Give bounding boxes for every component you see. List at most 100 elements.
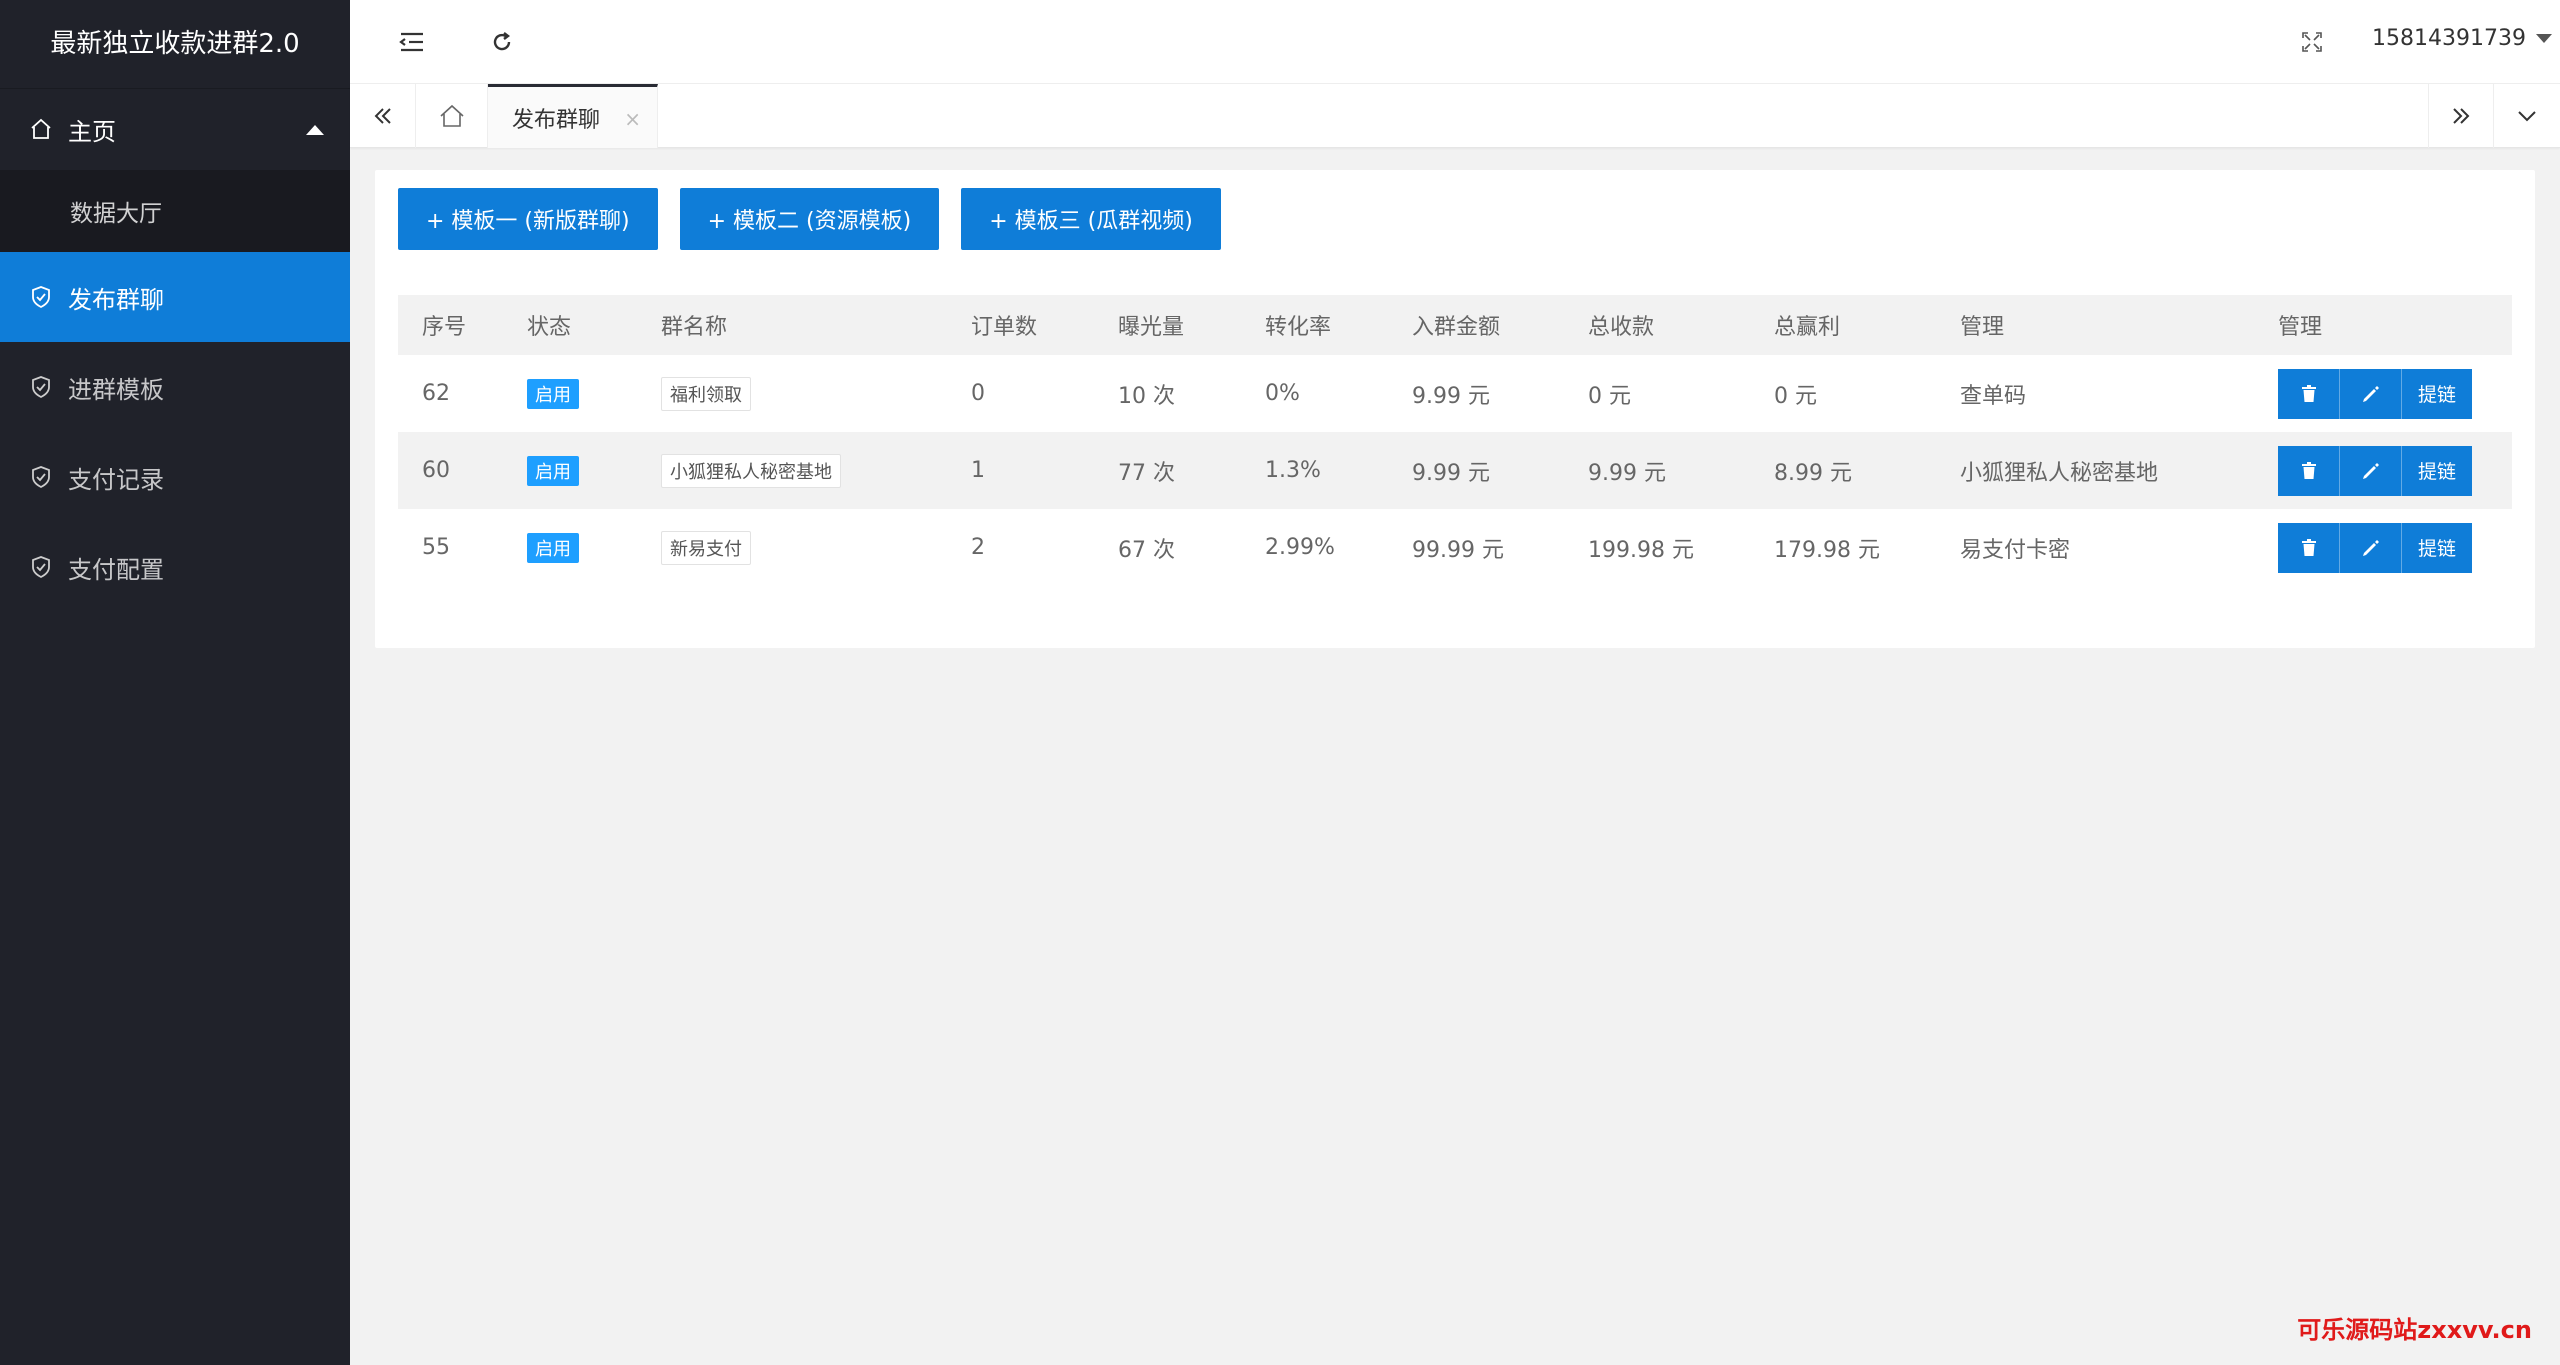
group-name-tag: 福利领取 [661,376,751,411]
cell-total: 0 元 [1588,383,1631,409]
watermark: 可乐源码站zxxvv.cn [2297,1316,2532,1344]
extract-link-button[interactable]: 提链 [2402,522,2472,573]
cell-actions: 提链 [2254,355,2512,432]
chevron-down-icon[interactable] [2494,84,2560,148]
refresh-icon[interactable] [482,22,522,62]
add-template-three-button[interactable]: + 模板三 (瓜群视频) [961,188,1221,250]
cell-name: 福利领取 [637,355,947,432]
cell-id: 55 [422,535,450,560]
trash-icon [2301,384,2316,402]
cell-orders: 1 [971,458,985,483]
cell-orders: 2 [971,535,985,560]
delete-button[interactable] [2278,445,2340,496]
cell-name: 小狐狸私人秘密基地 [637,432,947,509]
table-row: 60 启用 小狐狸私人秘密基地 1 77 次 1.3% 9.99 元 9.99 … [398,432,2512,509]
cell-views: 67 次 [1118,537,1175,563]
caret-up-icon [306,125,324,135]
cell-rate: 1.3% [1265,458,1321,483]
cell-profit: 0 元 [1774,383,1817,409]
sidebar-item-payment-records[interactable]: 支付记录 [0,432,350,522]
edit-button[interactable] [2340,445,2402,496]
group-table: 序号 状态 群名称 订单数 曝光量 转化率 入群金额 总收款 总赢利 管理 管理… [398,295,2512,586]
cell-manage: 小狐狸私人秘密基地 [1960,460,2159,486]
status-badge: 启用 [527,378,579,409]
row-actions: 提链 [2278,445,2472,496]
table-header-row: 序号 状态 群名称 订单数 曝光量 转化率 入群金额 总收款 总赢利 管理 管理 [398,295,2512,355]
template-buttons: + 模板一 (新版群聊) + 模板二 (资源模板) + 模板三 (瓜群视频) [398,188,1243,250]
pencil-icon [2362,385,2379,402]
cell-status: 启用 [503,432,637,509]
delete-button[interactable] [2278,522,2340,573]
delete-button[interactable] [2278,368,2340,419]
trash-icon [2301,461,2316,479]
app-brand: 最新独立收款进群2.0 [0,0,350,88]
extract-link-button[interactable]: 提链 [2402,368,2472,419]
column-header: 入群金额 [1412,315,1501,340]
scroll-left-icon[interactable] [350,84,416,148]
cell-profit: 179.98 元 [1774,537,1880,563]
cell-views: 10 次 [1118,383,1175,409]
status-badge: 启用 [527,455,579,486]
cell-total: 9.99 元 [1588,460,1666,486]
row-actions: 提链 [2278,368,2472,419]
column-header: 订单数 [971,315,1038,340]
sidebar-item-label: 支付配置 [68,555,164,584]
home-tab-icon[interactable] [416,84,488,148]
cell-price: 9.99 元 [1412,460,1490,486]
sidebar: 最新独立收款进群2.0 主页 数据大厅 发布群聊 进群模板 支付记录 支付配置 [0,0,350,1365]
cell-id: 62 [422,381,450,406]
column-header: 管理 [1960,315,2005,340]
column-header: 群名称 [661,315,728,340]
fullscreen-icon[interactable] [2292,22,2332,62]
pencil-icon [2362,539,2379,556]
sidebar-subitem-dashboard[interactable]: 数据大厅 [0,170,350,252]
column-header: 曝光量 [1118,315,1185,340]
cell-actions: 提链 [2254,509,2512,586]
cell-views: 77 次 [1118,460,1175,486]
tab-publish-group[interactable]: 发布群聊 × [488,84,658,148]
sidebar-item-payment-config[interactable]: 支付配置 [0,522,350,612]
edit-button[interactable] [2340,368,2402,419]
cell-name: 新易支付 [637,509,947,586]
shield-check-icon [28,554,54,580]
sidebar-item-group-template[interactable]: 进群模板 [0,342,350,432]
close-icon[interactable]: × [624,107,641,131]
add-template-two-button[interactable]: + 模板二 (资源模板) [679,188,940,250]
cell-price: 99.99 元 [1412,537,1504,563]
sidebar-item-label: 发布群聊 [68,285,164,314]
cell-price: 9.99 元 [1412,383,1490,409]
main-card: + 模板一 (新版群聊) + 模板二 (资源模板) + 模板三 (瓜群视频) 序… [375,170,2535,648]
menu-collapse-icon[interactable] [392,22,432,62]
group-name-tag: 新易支付 [661,530,751,565]
home-icon [28,116,54,142]
username: 15814391739 [2372,26,2526,51]
table-row: 55 启用 新易支付 2 67 次 2.99% 99.99 元 199.98 元… [398,509,2512,586]
scroll-right-icon[interactable] [2428,84,2494,148]
column-header: 转化率 [1265,315,1332,340]
cell-actions: 提链 [2254,432,2512,509]
shield-check-icon [28,284,54,310]
edit-button[interactable] [2340,522,2402,573]
cell-manage: 查单码 [1960,383,2027,409]
column-header: 总赢利 [1774,315,1841,340]
add-template-one-button[interactable]: + 模板一 (新版群聊) [398,188,658,250]
tab-label: 发布群聊 [512,107,601,133]
table-row: 62 启用 福利领取 0 10 次 0% 9.99 元 0 元 0 元 查单码 [398,355,2512,432]
cell-orders: 0 [971,381,985,406]
cell-profit: 8.99 元 [1774,460,1852,486]
top-header: 15814391739 [350,0,2560,84]
shield-check-icon [28,374,54,400]
cell-status: 启用 [503,509,637,586]
column-header: 序号 [422,315,467,340]
cell-rate: 2.99% [1265,535,1335,560]
sidebar-item-label: 进群模板 [68,375,164,404]
cell-total: 199.98 元 [1588,537,1694,563]
status-badge: 启用 [527,532,579,563]
user-menu[interactable]: 15814391739 [2372,26,2552,51]
cell-rate: 0% [1265,381,1300,406]
sidebar-item-home[interactable]: 主页 [0,88,350,170]
sidebar-item-publish-group[interactable]: 发布群聊 [0,252,350,342]
extract-link-button[interactable]: 提链 [2402,445,2472,496]
pencil-icon [2362,462,2379,479]
row-actions: 提链 [2278,522,2472,573]
